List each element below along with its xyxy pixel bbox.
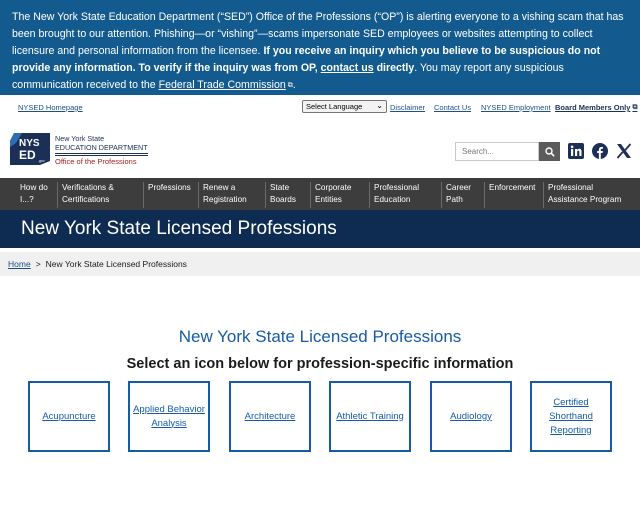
external-link-icon: ⧉ <box>632 104 638 111</box>
nav-item-verifications[interactable]: Verifications & Certifications <box>57 182 114 208</box>
nav-item-renew-registration[interactable]: Renew a Registration <box>198 182 247 208</box>
disclaimer-link[interactable]: Disclaimer <box>390 103 425 112</box>
nav-label: Registration <box>203 195 247 204</box>
logo-wordmark: New York State EDUCATION DEPARTMENT Offi… <box>55 134 148 166</box>
nysed-employment-link[interactable]: NYSED Employment <box>481 103 551 112</box>
nysed-homepage-link[interactable]: NYSED Homepage <box>18 103 83 112</box>
profession-card-applied-behavior-analysis[interactable]: Applied Behavior Analysis <box>128 381 210 452</box>
nav-label: Enforcement <box>489 183 536 192</box>
nav-label: Assistance Program <box>548 195 622 204</box>
profession-card-athletic-training[interactable]: Athletic Training <box>329 381 411 452</box>
breadcrumb-current: New York State Licensed Professions <box>45 259 187 269</box>
profession-card-acupuncture[interactable]: Acupuncture <box>28 381 110 452</box>
search-input[interactable]: Search... <box>455 142 539 161</box>
profession-card-certified-shorthand-reporting[interactable]: Certified Shorthand Reporting <box>530 381 612 452</box>
language-select-value: Select Language <box>306 102 363 111</box>
search-placeholder: Search... <box>462 147 495 156</box>
profession-card-label: Athletic Training <box>336 410 404 422</box>
profession-card-label: Audiology <box>450 410 492 422</box>
board-members-link[interactable]: Board Members Only ⧉ <box>555 103 637 112</box>
chevron-down-icon: ⌄ <box>376 101 383 110</box>
profession-card-label: Architecture <box>244 410 296 422</box>
board-members-label: Board Members Only <box>555 103 631 112</box>
logo-line-department: EDUCATION DEPARTMENT <box>55 143 148 154</box>
section-subheading: Select an icon below for profession-spec… <box>126 356 514 372</box>
profession-card-audiology[interactable]: Audiology <box>430 381 512 452</box>
nav-label: Career <box>446 183 472 192</box>
x-twitter-icon[interactable] <box>616 143 632 159</box>
nav-label: I...? <box>20 195 34 204</box>
breadcrumb: Home > New York State Licensed Professions <box>0 252 640 276</box>
nav-label: Certifications <box>62 195 110 204</box>
search-button[interactable] <box>539 142 560 161</box>
nav-item-professional-education[interactable]: Professional Education <box>369 182 419 208</box>
nav-item-professional-assistance[interactable]: Professional Assistance Program <box>543 182 621 208</box>
nav-label: Professions <box>148 183 191 192</box>
logo-line-op: Office of the Professions <box>55 155 148 166</box>
main-navigation: How do I...? Verifications & Certificati… <box>0 178 640 210</box>
profession-card-label: Certified Shorthand Reporting <box>549 396 593 436</box>
nav-item-how-do-i[interactable]: How do I...? <box>16 182 48 208</box>
nav-label: Verifications & <box>62 183 114 192</box>
nav-label: State <box>270 183 290 192</box>
nav-label: Path <box>446 195 463 204</box>
alert-bold-2: directly <box>373 62 415 74</box>
nav-label: Professional <box>548 183 594 192</box>
nav-label: How do <box>20 183 48 192</box>
facebook-icon[interactable] <box>592 143 608 159</box>
profession-card-architecture[interactable]: Architecture <box>229 381 311 452</box>
language-select[interactable]: Select Language ⌄ <box>302 100 387 113</box>
contact-us-link[interactable]: contact us <box>321 62 374 74</box>
nysed-logo[interactable]: NYS ED .gov <box>10 133 50 165</box>
nav-label: Professional <box>374 183 420 192</box>
vishing-alert-banner: The New York State Education Department … <box>0 0 640 95</box>
utility-bar: NYSED Homepage Select Language ⌄ Disclai… <box>0 95 640 119</box>
breadcrumb-separator: > <box>35 259 41 269</box>
nav-label: Corporate <box>315 183 352 192</box>
svg-text:ED: ED <box>19 148 36 162</box>
profession-card-label: Acupuncture <box>42 410 96 422</box>
nav-item-enforcement[interactable]: Enforcement <box>484 182 535 208</box>
linkedin-icon[interactable] <box>568 143 584 159</box>
section-heading: New York State Licensed Professions <box>178 327 462 346</box>
nav-item-corporate-entities[interactable]: Corporate Entities <box>310 182 351 208</box>
nav-label: Education <box>374 195 411 204</box>
nys-logo-icon: NYS ED .gov <box>10 133 50 165</box>
alert-text-3: . <box>292 79 296 91</box>
nav-label: Entities <box>315 195 342 204</box>
contact-us-util-link[interactable]: Contact Us <box>434 103 471 112</box>
site-header: NYS ED .gov New York State EDUCATION DEP… <box>0 119 640 178</box>
nav-item-career-path[interactable]: Career Path <box>441 182 471 208</box>
page-title: New York State Licensed Professions <box>0 210 640 248</box>
nav-label: Boards <box>270 195 296 204</box>
profession-card-label: Applied Behavior Analysis <box>133 403 205 429</box>
ftc-link[interactable]: Federal Trade Commission <box>159 79 286 91</box>
nav-item-state-boards[interactable]: State Boards <box>265 182 296 208</box>
breadcrumb-home-link[interactable]: Home <box>8 259 31 269</box>
nav-item-professions[interactable]: Professions <box>143 182 191 208</box>
logo-line-state: New York State <box>55 134 105 143</box>
search-icon <box>544 146 555 157</box>
nav-label: Renew a <box>203 183 236 192</box>
svg-text:.gov: .gov <box>38 159 45 163</box>
